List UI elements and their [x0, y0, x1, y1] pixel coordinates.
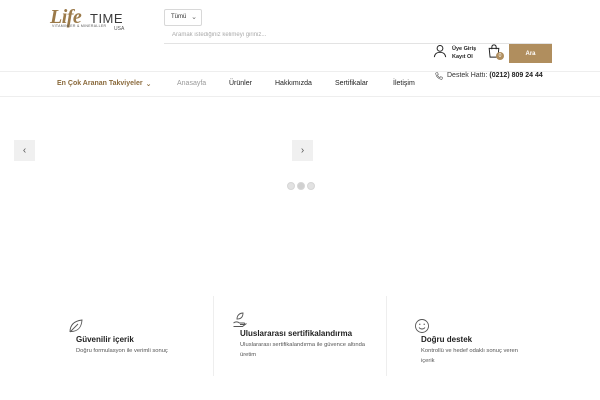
nav-item-contact[interactable]: İletişim: [393, 80, 415, 87]
feature-title: Güvenilir içerik: [76, 335, 134, 344]
hero-slider: ‹ ›: [0, 97, 600, 292]
cart-count-badge: 0: [496, 52, 504, 60]
feature-card: Güvenilir içerik Doğru formulasyon ile v…: [32, 296, 212, 376]
slider-next-button[interactable]: ›: [292, 140, 313, 161]
slider-dot[interactable]: [297, 182, 305, 190]
site-header: Life TIME VITAMINLER & MINERALLER USA Tü…: [0, 0, 600, 72]
user-text: Üye Giriş Kayıt Ol: [452, 45, 476, 61]
support-text: Destek Hattı: (0212) 809 24 44: [447, 72, 543, 79]
chevron-right-icon: ›: [300, 144, 305, 156]
smile-icon: [415, 319, 429, 333]
chevron-left-icon: ‹: [22, 144, 27, 156]
chevron-down-icon: ⌄: [191, 14, 197, 21]
slider-dot[interactable]: [307, 182, 315, 190]
feature-desc: Kontrollü ve hedef odaklı sonuç veren iç…: [421, 348, 518, 364]
nav-item-about[interactable]: Hakkımızda: [275, 80, 312, 87]
slider-prev-button[interactable]: ‹: [14, 140, 35, 161]
lifetime-logo[interactable]: Life TIME VITAMINLER & MINERALLER USA: [50, 6, 130, 34]
feature-title: Uluslararası sertifikalandırma: [240, 329, 353, 338]
feature-desc: Uluslararası sertifikalandırma ile güven…: [240, 342, 366, 358]
feature-card: Doğru destek Kontrollü ve hedef odaklı s…: [387, 296, 568, 376]
logo-tagline: VITAMINLER & MINERALLER: [52, 24, 107, 28]
support-phone: (0212) 809 24 44: [489, 72, 543, 79]
leaf-icon: [69, 319, 83, 333]
register-label: Kayıt Ol: [452, 54, 473, 60]
nav-item-home[interactable]: Anasayfa: [177, 80, 206, 87]
hand-leaf-icon: [233, 312, 247, 327]
features-section: Güvenilir içerik Doğru formulasyon ile v…: [32, 296, 568, 376]
category-select-value: Tümü: [171, 14, 187, 20]
category-menu-label: En Çok Aranan Takviyeler: [57, 80, 143, 87]
feature-title: Doğru destek: [421, 335, 473, 344]
nav-item-certificates[interactable]: Sertifikalar: [335, 80, 368, 87]
slider-dot[interactable]: [287, 182, 295, 190]
search-input[interactable]: [164, 26, 552, 44]
logo-country: USA: [114, 26, 125, 32]
login-label: Üye Giriş: [452, 46, 477, 52]
phone-icon: [435, 72, 443, 80]
cart-button[interactable]: 0: [487, 44, 504, 60]
category-menu[interactable]: En Çok Aranan Takviyeler ⌄: [57, 79, 152, 88]
support-label: Destek Hattı:: [447, 72, 488, 79]
user-icon: [433, 45, 447, 58]
feature-card: Uluslararası sertifikalandırma Uluslarar…: [214, 296, 386, 376]
nav-item-products[interactable]: Ürünler: [229, 80, 252, 87]
chevron-down-icon: ⌄: [145, 81, 152, 88]
feature-desc: Doğru formulasyon ile verimli sonuç: [76, 348, 168, 354]
category-select[interactable]: Tümü ⌄: [164, 9, 202, 26]
search-button[interactable]: Ara: [509, 44, 552, 63]
